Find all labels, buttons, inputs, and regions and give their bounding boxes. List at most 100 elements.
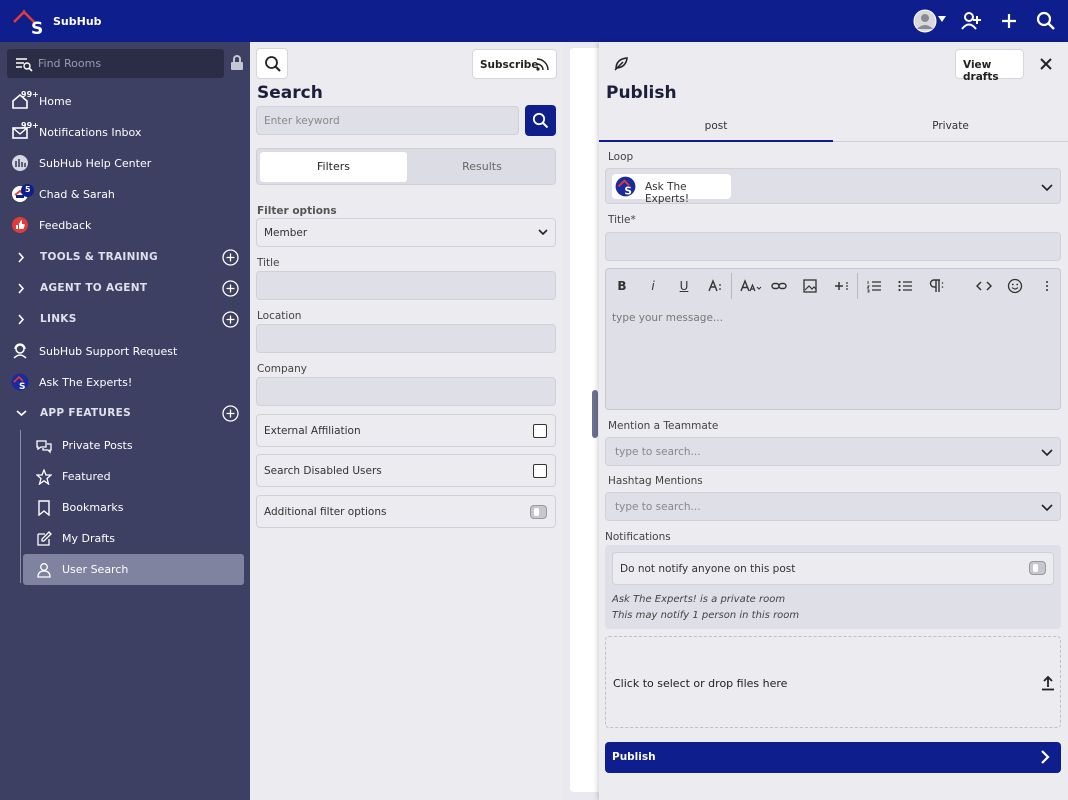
user-avatar-icon[interactable]: [913, 9, 937, 33]
search-submit-button[interactable]: [525, 105, 556, 136]
sidebar-group-tools-training[interactable]: TOOLS & TRAINING: [0, 242, 250, 273]
member-select-value: Member: [264, 227, 308, 239]
view-drafts-label: View drafts: [963, 59, 999, 83]
tab-post[interactable]: post: [599, 120, 833, 140]
external-affiliation-row[interactable]: External Affiliation: [256, 414, 556, 447]
emoji-icon[interactable]: [1007, 278, 1023, 294]
publish-button[interactable]: Publish: [605, 742, 1061, 773]
tab-filters[interactable]: Filters: [260, 152, 407, 182]
star-icon: [36, 469, 52, 485]
sidebar-item-label: Chad & Sarah: [39, 188, 115, 201]
bullet-list-icon[interactable]: [897, 278, 913, 294]
keyword-input[interactable]: Enter keyword: [256, 106, 519, 135]
no-notify-toggle[interactable]: [1029, 561, 1046, 575]
sidebar-group-agent-to-agent[interactable]: AGENT TO AGENT: [0, 273, 250, 304]
resize-handle[interactable]: [592, 390, 598, 438]
plus-icon[interactable]: [998, 10, 1020, 32]
notifications-badge: 99+: [21, 121, 39, 130]
italic-button[interactable]: i: [645, 278, 661, 294]
search-disabled-checkbox[interactable]: [533, 464, 547, 478]
chad-sarah-badge: 5: [25, 185, 31, 194]
subscribe-button[interactable]: Subscribe: [472, 49, 557, 79]
numbered-list-icon[interactable]: [866, 278, 882, 294]
user-icon: [37, 563, 51, 578]
edit-icon: [37, 531, 52, 546]
sidebar-item-home[interactable]: 99+ Home: [0, 86, 250, 117]
lock-icon[interactable]: [230, 55, 244, 71]
sidebar-item-ask-the-experts[interactable]: S Ask The Experts!: [0, 367, 250, 398]
message-editor[interactable]: type your message...: [605, 302, 1061, 410]
underline-button[interactable]: U: [676, 278, 692, 294]
sidebar-item-notifications[interactable]: 99+ Notifications Inbox: [0, 117, 250, 148]
image-icon[interactable]: [802, 278, 818, 294]
search-disabled-row[interactable]: Search Disabled Users: [256, 454, 556, 487]
sidebar-item-label: Home: [39, 95, 72, 108]
member-select[interactable]: Member: [256, 218, 556, 247]
sidebar-item-bookmarks[interactable]: Bookmarks: [23, 492, 244, 523]
company-input[interactable]: [256, 377, 556, 406]
close-icon[interactable]: [1039, 57, 1053, 71]
find-rooms-input[interactable]: Find Rooms: [7, 49, 224, 78]
sidebar-item-featured[interactable]: Featured: [23, 461, 244, 492]
external-affiliation-checkbox[interactable]: [533, 424, 547, 438]
upload-icon: [1042, 675, 1054, 691]
add-circle-icon[interactable]: [222, 311, 239, 328]
chevron-down-icon: [1041, 449, 1053, 457]
tab-post-underline: [599, 140, 833, 142]
no-notify-label: Do not notify anyone on this post: [620, 563, 796, 575]
sidebar-group-app-features[interactable]: APP FEATURES: [0, 398, 250, 429]
bold-button[interactable]: B: [614, 278, 630, 294]
sidebar-item-help-center[interactable]: SubHub Help Center: [0, 148, 250, 179]
search-icon[interactable]: [1035, 10, 1057, 32]
code-icon[interactable]: [976, 278, 992, 294]
keyword-placeholder: Enter keyword: [264, 115, 340, 127]
notify-count-note: This may notify 1 person in this room: [612, 610, 800, 621]
location-label: Location: [257, 310, 302, 322]
additional-filters-row[interactable]: Additional filter options: [256, 495, 556, 528]
company-label: Company: [257, 363, 307, 375]
tab-private[interactable]: Private: [833, 120, 1068, 140]
loop-chip[interactable]: S Ask The Experts!: [612, 174, 731, 205]
subhub-logo[interactable]: S: [12, 8, 46, 36]
sidebar-item-feedback[interactable]: Feedback: [0, 210, 250, 241]
sidebar-item-label: SubHub Help Center: [39, 157, 152, 170]
text-style-icon[interactable]: [707, 278, 723, 294]
hashtag-select[interactable]: type to search...: [605, 492, 1061, 521]
filter-options-label: Filter options: [257, 205, 337, 217]
more-options-icon[interactable]: [1039, 278, 1055, 294]
search-icon: [532, 112, 549, 129]
insert-icon[interactable]: [833, 278, 849, 294]
mention-select[interactable]: type to search...: [605, 437, 1061, 466]
paragraph-icon[interactable]: [928, 278, 944, 294]
title-input[interactable]: [256, 271, 556, 300]
sidebar-item-support-request[interactable]: SubHub Support Request: [0, 336, 250, 367]
add-circle-icon[interactable]: [222, 249, 239, 266]
loop-select[interactable]: S Ask The Experts!: [605, 168, 1061, 205]
svg-text:S: S: [624, 186, 632, 197]
sidebar-item-my-drafts[interactable]: My Drafts: [23, 523, 244, 554]
search-toggle-button[interactable]: [256, 48, 288, 79]
font-size-icon[interactable]: [740, 278, 762, 294]
publish-button-label: Publish: [612, 751, 656, 763]
sidebar-item-private-posts[interactable]: Private Posts: [23, 430, 244, 461]
sidebar-item-user-search[interactable]: User Search: [23, 554, 244, 585]
add-circle-icon[interactable]: [222, 405, 239, 422]
link-icon[interactable]: [771, 278, 787, 294]
location-input[interactable]: [256, 324, 556, 353]
tab-results[interactable]: Results: [410, 152, 554, 182]
add-user-icon[interactable]: [960, 10, 982, 32]
view-drafts-button[interactable]: View drafts: [955, 49, 1024, 83]
no-notify-row[interactable]: Do not notify anyone on this post: [612, 552, 1054, 585]
loop-label: Loop: [608, 151, 634, 163]
sidebar-group-links[interactable]: LINKS: [0, 304, 250, 335]
sidebar-group-label: APP FEATURES: [40, 407, 131, 419]
publish-title: Publish: [606, 83, 677, 103]
add-circle-icon[interactable]: [222, 280, 239, 297]
additional-filters-toggle[interactable]: [530, 505, 547, 519]
title-input[interactable]: [605, 232, 1061, 261]
chevron-down-icon[interactable]: [937, 14, 947, 24]
experts-room-icon: S: [11, 373, 29, 391]
external-affiliation-label: External Affiliation: [264, 425, 361, 437]
file-dropzone[interactable]: Click to select or drop files here: [605, 636, 1061, 728]
sidebar-item-chad-sarah[interactable]: 5 Chad & Sarah: [0, 179, 250, 210]
